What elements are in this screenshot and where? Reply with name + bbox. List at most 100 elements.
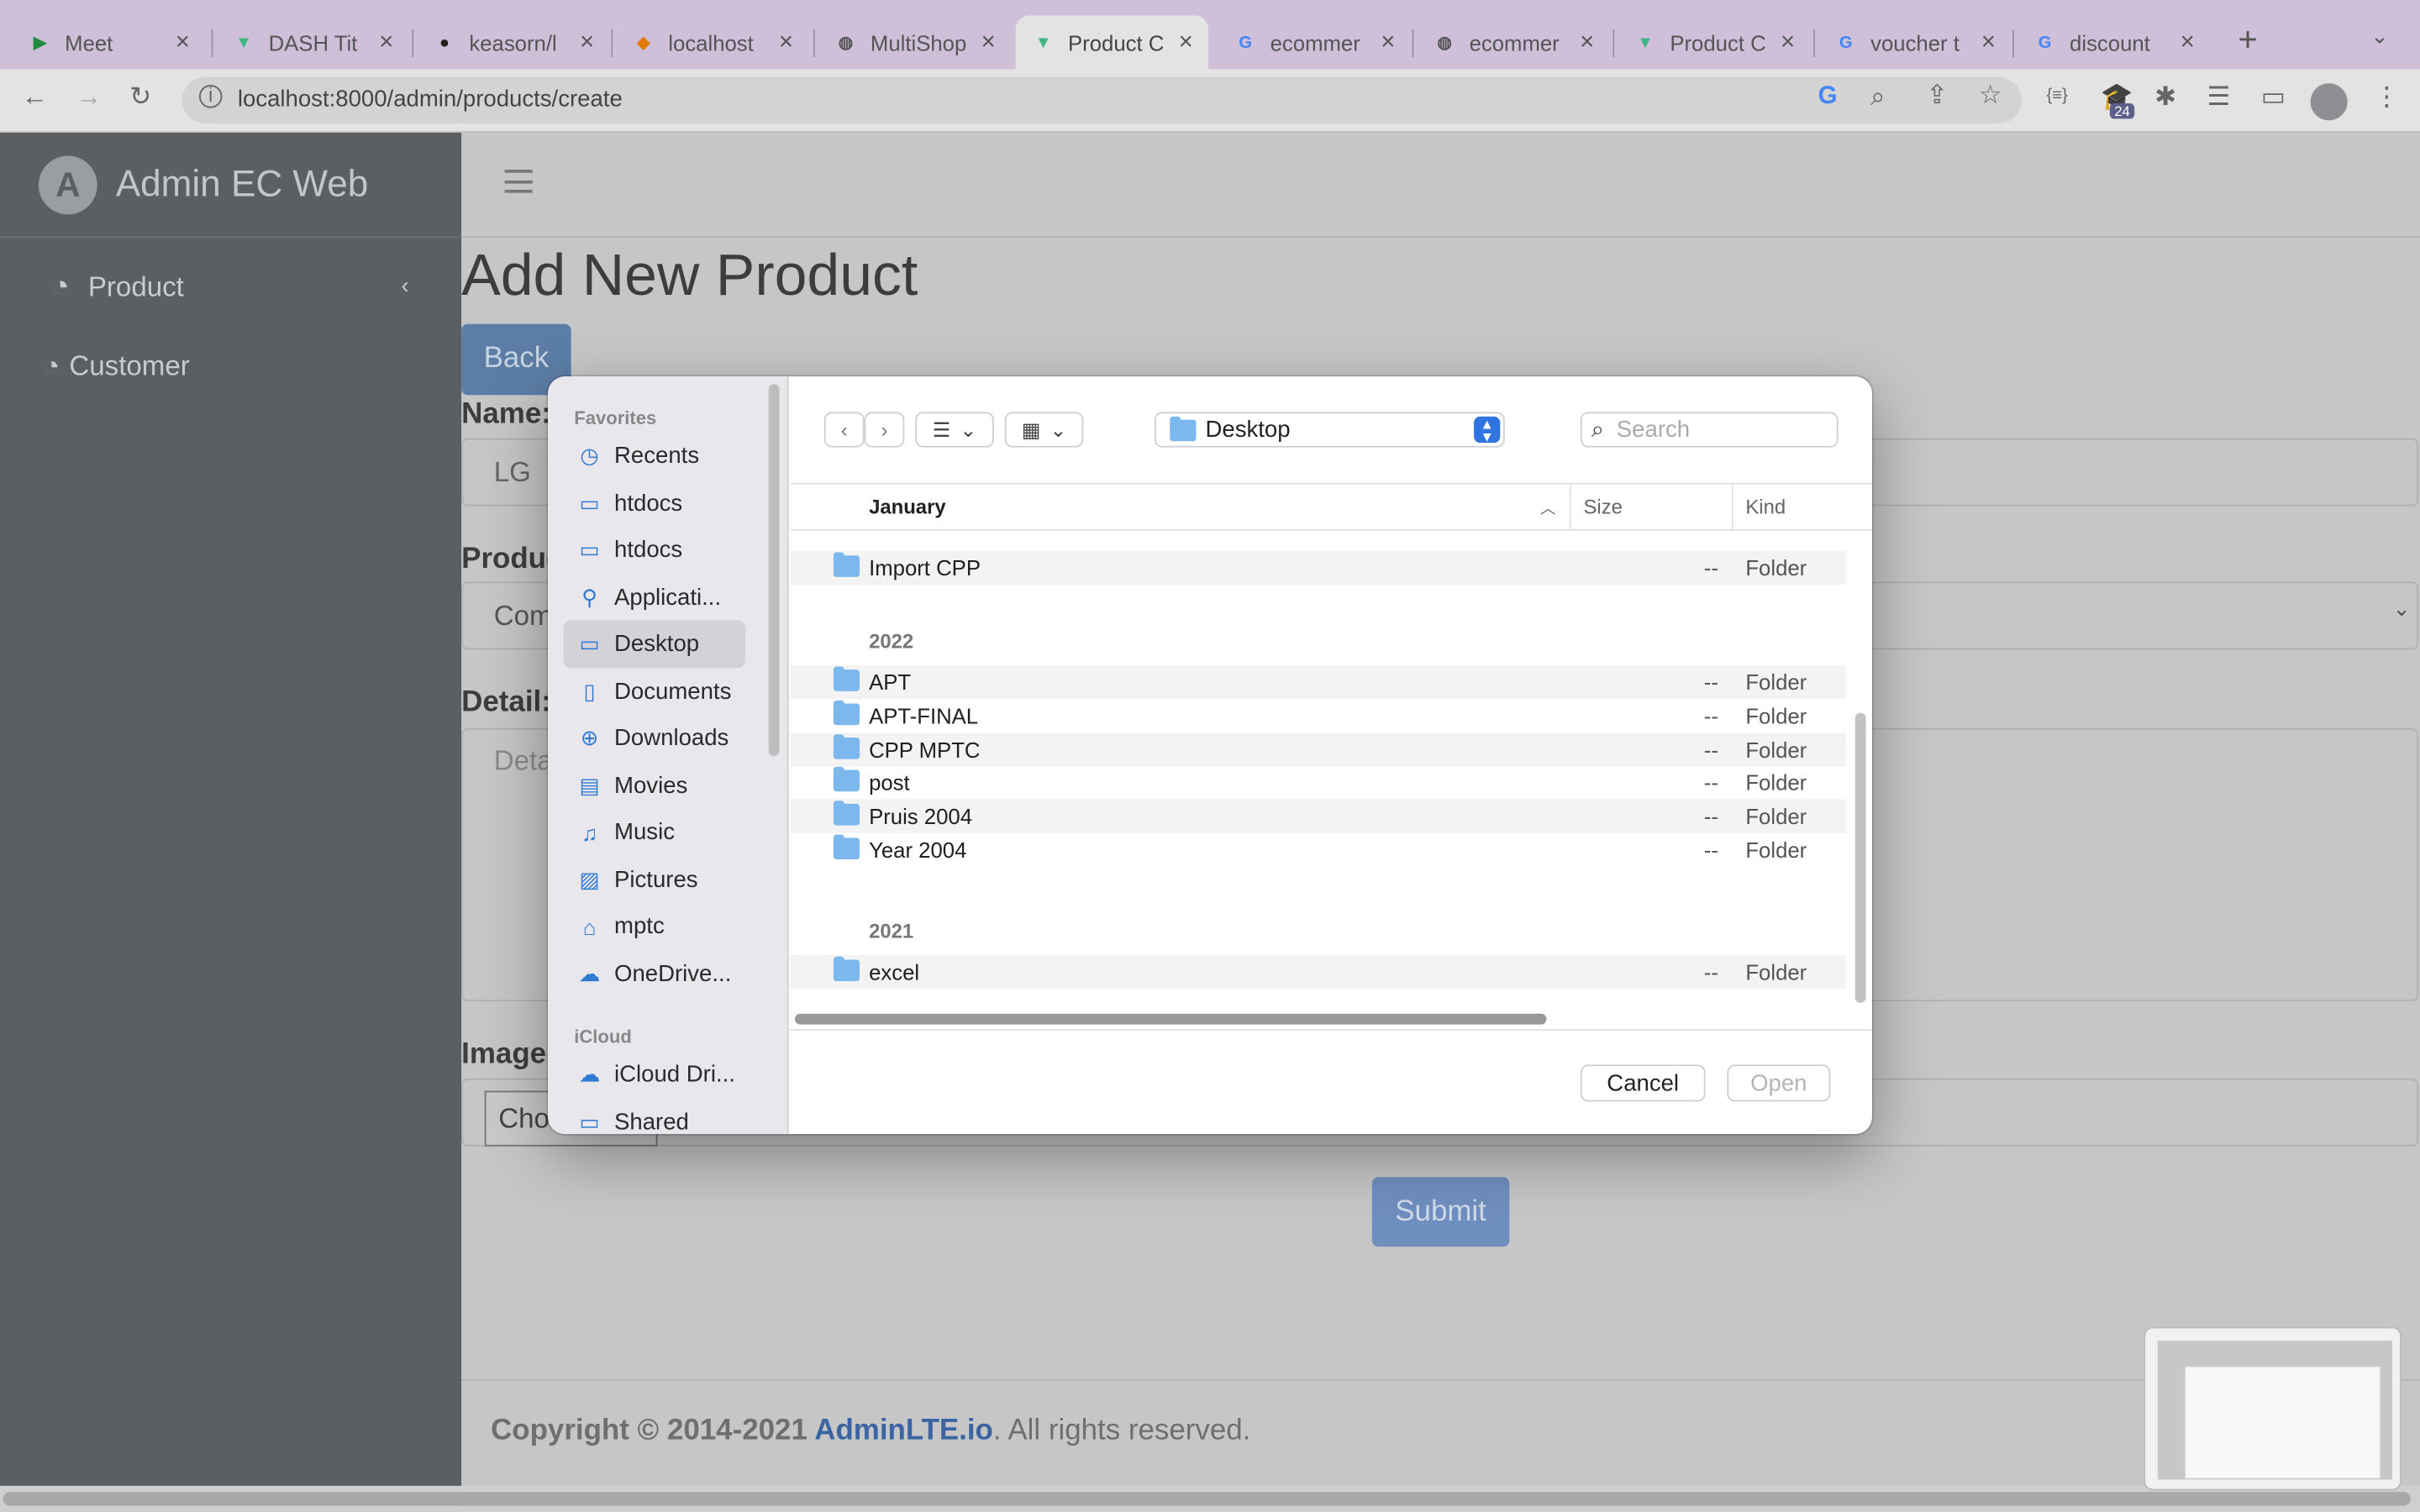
file-row[interactable]: CPP MPTC -- Folder (790, 732, 1846, 767)
close-tab-icon[interactable]: × (1981, 29, 1996, 56)
chevron-left-icon[interactable]: ‹ (402, 273, 409, 299)
reload-icon[interactable]: ↻ (129, 81, 151, 113)
close-tab-icon[interactable]: × (1580, 29, 1594, 56)
share-icon[interactable]: ⇪ (1926, 81, 1948, 112)
close-tab-icon[interactable]: × (1781, 29, 1795, 56)
tab-search-chevron-icon[interactable]: ⌄ (2370, 24, 2389, 50)
nav-back-button[interactable]: ‹ (823, 412, 865, 448)
nav-item-label: Product (87, 271, 184, 302)
side-panel-icon[interactable]: ▭ (2261, 81, 2286, 113)
sidebar-location-applicati[interactable]: ⚲ Applicati... (563, 573, 745, 621)
sidebar-location-recents[interactable]: ◷ Recents (563, 432, 745, 480)
browser-tab[interactable]: ▼ Product C × (1618, 15, 1811, 69)
tab-separator (2012, 29, 2014, 57)
close-tab-icon[interactable]: × (176, 29, 190, 56)
globe-icon: ◍ (1437, 34, 1452, 53)
close-tab-icon[interactable]: × (1381, 29, 1395, 56)
file-list-horizontal-scrollbar[interactable] (794, 1013, 1547, 1025)
browser-tab[interactable]: ▼ Product C × (1015, 15, 1209, 70)
browser-tab[interactable]: ● keasorn/l × (417, 15, 610, 69)
adminlte-link[interactable]: AdminLTE.io (814, 1415, 993, 1447)
puzzle-extensions-icon[interactable]: ✱ (2154, 81, 2176, 113)
file-list-vertical-scrollbar[interactable] (1854, 712, 1866, 1003)
sidebar-location-mptc[interactable]: ⌂ mptc (563, 902, 745, 950)
size-column-header[interactable]: Size (1583, 496, 1622, 519)
sidebar-location-htdocs[interactable]: ▭ htdocs (563, 526, 745, 574)
google-lens-icon[interactable]: G (1818, 83, 1838, 111)
sidebar-location-htdocs[interactable]: ▭ htdocs (563, 479, 745, 527)
github-icon: ● (439, 33, 450, 52)
reading-list-icon[interactable]: ☰ (2207, 81, 2231, 113)
screenshot-preview-thumbnail[interactable] (2144, 1326, 2402, 1491)
file-row[interactable]: APT -- Folder (790, 664, 1846, 700)
file-kind: Folder (1745, 837, 1807, 863)
cancel-button[interactable]: Cancel (1580, 1064, 1706, 1102)
forward-arrow-icon[interactable]: → (76, 81, 102, 113)
browser-tab[interactable]: Gdiscount × (2018, 15, 2211, 69)
file-size: -- (1703, 737, 1718, 762)
file-kind: Folder (1745, 804, 1807, 829)
site-info-icon[interactable]: i (198, 85, 223, 108)
scrollbar-thumb[interactable] (3, 1492, 2411, 1506)
close-tab-icon[interactable]: × (2181, 29, 2195, 56)
nav-item-product[interactable]: ◔ Product (51, 270, 184, 305)
browser-tab[interactable]: ▼ DASH Tit × (216, 15, 409, 69)
kind-column-header[interactable]: Kind (1745, 496, 1786, 519)
sidebar-location-icloud-dri[interactable]: ☁ iCloud Dri... (563, 1051, 745, 1099)
tab-separator (1612, 29, 1615, 57)
address-bar[interactable]: i localhost:8000/admin/products/create G… (182, 76, 2023, 123)
menu-kebab-icon[interactable]: ⋮ (2374, 81, 2400, 113)
search-field[interactable]: ⌕ Search (1580, 412, 1839, 448)
back-arrow-icon[interactable]: ← (22, 81, 48, 113)
page-horizontal-scrollbar[interactable] (0, 1485, 2420, 1512)
sidebar-location-desktop[interactable]: ▭ Desktop (563, 620, 746, 669)
submit-button[interactable]: Submit (1371, 1177, 1510, 1247)
file-row[interactable]: APT-FINAL -- Folder (790, 699, 1845, 732)
brand-link[interactable]: A Admin EC Web (0, 133, 462, 238)
location-popup[interactable]: Desktop ▲ ▼ (1154, 412, 1505, 448)
file-kind: Folder (1745, 959, 1807, 984)
zoom-icon[interactable]: ⌕ (1870, 81, 1886, 113)
nav-item-customer[interactable]: ◔ Customer (43, 350, 189, 383)
browser-tab[interactable]: ◍ MultiShop × (818, 15, 1011, 69)
profile-avatar[interactable] (2310, 83, 2348, 121)
close-tab-icon[interactable]: × (379, 29, 393, 56)
sidebar-location-documents[interactable]: ▯ Documents (563, 667, 745, 715)
new-tab-icon[interactable]: + (2238, 20, 2258, 60)
sidebar-location-downloads[interactable]: ⊕ Downloads (563, 714, 745, 762)
google-icon: G (1239, 33, 1253, 52)
sidebar-location-movies[interactable]: ▤ Movies (563, 761, 745, 809)
close-tab-icon[interactable]: × (981, 29, 996, 56)
browser-tab[interactable]: Gvoucher t × (1818, 15, 2012, 69)
close-tab-icon[interactable]: × (1179, 29, 1193, 56)
name-column-header[interactable]: January (869, 496, 946, 519)
json-extension-icon[interactable]: {≡} (2047, 87, 2068, 105)
browser-tab[interactable]: ▶ Meet × (13, 15, 206, 69)
sidebar-location-onedrive[interactable]: ☁ OneDrive... (563, 950, 745, 998)
sidebar-location-label: Shared (614, 1108, 689, 1134)
group-view-button[interactable]: ▦ ⌄ (1004, 412, 1084, 448)
sidebar-location-pictures[interactable]: ▨ Pictures (563, 855, 745, 903)
list-view-button[interactable]: ☰ ⌄ (915, 412, 994, 448)
sidebar-location-label: htdocs (614, 490, 683, 517)
close-tab-icon[interactable]: × (779, 29, 793, 56)
browser-tab[interactable]: ◆ localhost × (616, 15, 809, 69)
sidebar-location-music[interactable]: ♫ Music (563, 808, 745, 856)
copyright-text: Copyright © 2014-2021 (491, 1415, 815, 1447)
nav-forward-button[interactable]: › (864, 412, 905, 448)
browser-tab[interactable]: Gecommer × (1218, 15, 1411, 69)
open-button[interactable]: Open (1727, 1064, 1831, 1102)
file-row[interactable]: Import CPP -- Folder (790, 550, 1846, 585)
hamburger-menu-icon[interactable] (504, 170, 533, 193)
browser-tab[interactable]: ◍ ecommer × (1417, 15, 1610, 69)
file-row[interactable]: Pruis 2004 -- Folder (790, 799, 1846, 834)
sidebar-location-shared[interactable]: ▭ Shared (563, 1098, 745, 1134)
close-tab-icon[interactable]: × (580, 29, 594, 56)
file-row[interactable]: Year 2004 -- Folder (790, 833, 1845, 867)
folder-icon (1170, 415, 1197, 441)
file-row[interactable]: post -- Folder (790, 766, 1845, 800)
bookmark-star-icon[interactable]: ☆ (1979, 81, 2002, 112)
chevron-down-icon: ⌄ (1050, 417, 1067, 441)
file-row[interactable]: excel -- Folder (790, 954, 1846, 990)
sidebar-scrollbar[interactable] (768, 384, 780, 756)
